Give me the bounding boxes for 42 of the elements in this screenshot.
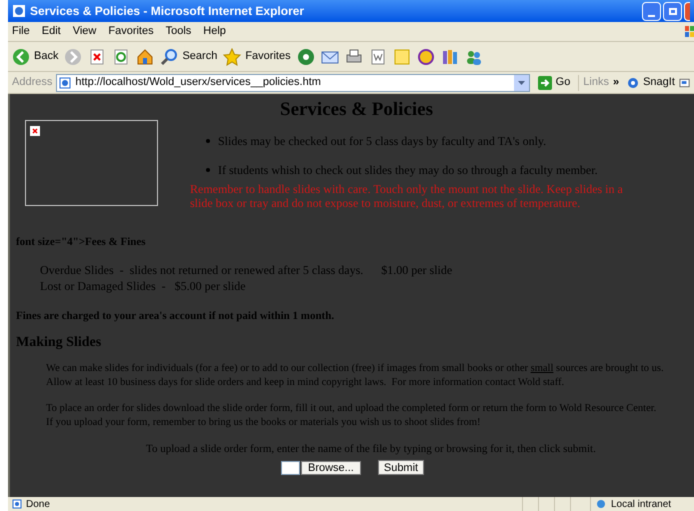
star-icon — [223, 48, 242, 66]
search-button[interactable]: Search — [160, 48, 218, 66]
menu-item[interactable]: View — [72, 23, 96, 40]
back-button[interactable]: Back — [12, 48, 58, 66]
menu-item[interactable]: Tools — [166, 23, 192, 40]
close-button[interactable] — [684, 2, 690, 20]
go-arrow-icon — [538, 76, 552, 90]
snagit-button[interactable]: SnagIt — [627, 74, 675, 91]
search-icon — [160, 48, 178, 66]
bullet-icon — [206, 168, 210, 172]
file-input-field[interactable] — [281, 460, 300, 474]
bullet-icon — [206, 139, 210, 143]
menu-item[interactable]: File — [12, 23, 30, 40]
favorites-button[interactable]: Favorites — [223, 48, 291, 66]
page-icon — [12, 499, 22, 509]
document-icon[interactable] — [368, 48, 387, 66]
go-button[interactable]: Go — [534, 74, 574, 91]
address-label: Address — [12, 75, 52, 90]
toolbar-icon[interactable] — [678, 76, 690, 88]
menu-item[interactable]: Help — [203, 23, 226, 40]
status-text: Done — [26, 498, 50, 511]
dropdown-arrow-icon — [518, 80, 525, 84]
submit-button[interactable]: Submit — [378, 460, 424, 475]
menu-item[interactable]: Edit — [42, 23, 61, 40]
more-links-button[interactable]: » — [612, 74, 620, 91]
minimize-button[interactable] — [642, 2, 661, 20]
window-title: Services & Policies - Microsoft Internet Explorer — [30, 3, 304, 20]
browse-button[interactable]: Browse... — [301, 460, 361, 474]
zone-text: Local intranet — [611, 498, 672, 511]
printer-icon[interactable] — [344, 48, 363, 66]
restore-button[interactable] — [663, 2, 682, 20]
broken-image-icon — [30, 126, 40, 136]
page-icon — [59, 76, 72, 88]
home-icon[interactable] — [136, 48, 154, 66]
care-notice: Remember to handle slides with care. Touch only the mount not the slide. Keep slides in a slide box or tray and do not expose to moisture, dust, or extremes of temperature. — [190, 182, 623, 210]
address-field[interactable]: http://localhost/Wold_userx/services__policies.htm — [56, 74, 530, 92]
stop-icon[interactable] — [88, 48, 106, 66]
menu-item[interactable]: Favorites — [108, 23, 154, 40]
books-icon[interactable] — [440, 48, 459, 66]
intranet-icon — [595, 499, 607, 509]
dropdown-button[interactable] — [514, 74, 529, 90]
media-icon[interactable] — [296, 48, 315, 66]
